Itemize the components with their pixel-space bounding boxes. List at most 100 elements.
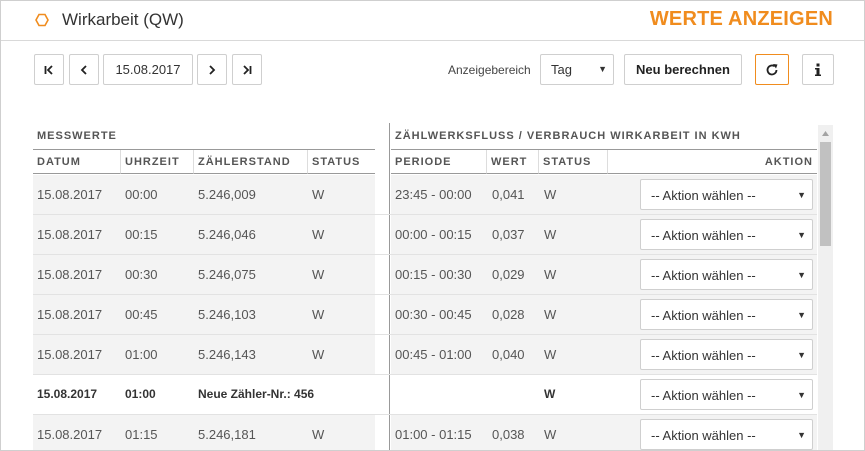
scroll-up-arrow-icon[interactable] xyxy=(818,125,833,141)
first-page-button[interactable] xyxy=(34,54,64,85)
cell-uhrzeit: 00:15 xyxy=(125,227,158,242)
cell-periode: 00:00 - 00:15 xyxy=(395,227,472,242)
range-select[interactable]: Tag ▼ xyxy=(540,54,614,85)
caret-down-icon: ▼ xyxy=(797,270,806,280)
table-row: 15.08.2017 01:00 5.246,143 W 00:45 - 01:00 0,… xyxy=(33,335,817,375)
cell-wert: 0,040 xyxy=(492,347,525,362)
skip-last-icon xyxy=(243,64,252,75)
cell-wert: 0,037 xyxy=(492,227,525,242)
refresh-icon xyxy=(766,63,778,75)
action-select[interactable]: -- Aktion wählen -- ▼ xyxy=(640,419,813,450)
column-header-zaehlerstand[interactable]: ZÄHLERSTAND xyxy=(194,150,308,174)
caret-down-icon: ▼ xyxy=(797,310,806,320)
next-button[interactable] xyxy=(197,54,227,85)
cell-status2: W xyxy=(544,347,557,362)
cell-wert: 0,028 xyxy=(492,307,525,322)
cell-status: W xyxy=(312,427,325,442)
cell-status: W xyxy=(312,307,325,322)
caret-down-icon: ▼ xyxy=(797,230,806,240)
cell-zaehlerstand: 5.246,009 xyxy=(198,187,256,202)
caret-down-icon: ▼ xyxy=(797,190,806,200)
column-header-periode[interactable]: PERIODE xyxy=(391,150,487,174)
cell-status: W xyxy=(312,347,325,362)
caret-down-icon: ▼ xyxy=(797,390,806,400)
caret-down-icon: ▼ xyxy=(598,64,607,74)
cell-wert: 0,029 xyxy=(492,267,525,282)
column-header-uhrzeit[interactable]: UHRZEIT xyxy=(121,150,194,174)
recalculate-button[interactable]: Neu berechnen xyxy=(624,54,742,85)
table-row: 15.08.2017 01:15 5.246,181 W 01:00 - 01:15 0,… xyxy=(33,415,817,450)
cell-datum: 15.08.2017 xyxy=(37,187,103,202)
cell-uhrzeit: 00:45 xyxy=(125,307,158,322)
cell-datum: 15.08.2017 xyxy=(37,347,103,362)
cell-status: W xyxy=(312,187,325,202)
group-header-verbrauch: ZÄHLWERKSFLUSS / VERBRAUCH WIRKARBEIT IN… xyxy=(391,123,817,150)
table-row: 15.08.2017 00:45 5.246,103 W 00:30 - 00:45 0,… xyxy=(33,295,817,335)
cell-datum: 15.08.2017 xyxy=(37,227,103,242)
range-select-value: Tag xyxy=(551,62,572,77)
values-table: MESSWERTE ZÄHLWERKSFLUSS / VERBRAUCH WIR… xyxy=(33,123,833,450)
action-select-value: -- Aktion wählen -- xyxy=(651,188,756,203)
cell-wert: 0,038 xyxy=(492,427,525,442)
cell-zaehlerstand: 5.246,103 xyxy=(198,307,256,322)
action-select-value: -- Aktion wählen -- xyxy=(651,348,756,363)
action-select-value: -- Aktion wählen -- xyxy=(651,228,756,243)
cell-zaehlerstand: Neue Zähler-Nr.: 456 xyxy=(198,387,315,401)
action-select[interactable]: -- Aktion wählen -- ▼ xyxy=(640,299,813,330)
chevron-left-icon xyxy=(80,64,87,75)
caret-down-icon: ▼ xyxy=(797,350,806,360)
action-select-value: -- Aktion wählen -- xyxy=(651,268,756,283)
cell-status2: W xyxy=(544,267,557,282)
table-row: 15.08.2017 00:15 5.246,046 W 00:00 - 00:15 0,… xyxy=(33,215,817,255)
page-title: Wirkarbeit (QW) xyxy=(62,10,184,29)
cell-datum: 15.08.2017 xyxy=(37,387,98,401)
date-input[interactable]: 15.08.2017 xyxy=(103,54,193,85)
cell-datum: 15.08.2017 xyxy=(37,267,103,282)
cell-periode: 01:00 - 01:15 xyxy=(395,427,472,442)
action-select-value: -- Aktion wählen -- xyxy=(651,308,756,323)
cell-periode: 00:45 - 01:00 xyxy=(395,347,472,362)
scrollbar-thumb[interactable] xyxy=(820,142,831,246)
cell-periode: 23:45 - 00:00 xyxy=(395,187,472,202)
cell-status: W xyxy=(312,267,325,282)
cell-uhrzeit: 01:00 xyxy=(125,387,156,401)
action-select[interactable]: -- Aktion wählen -- ▼ xyxy=(640,259,813,290)
action-select[interactable]: -- Aktion wählen -- ▼ xyxy=(640,179,813,210)
cell-periode: 00:15 - 00:30 xyxy=(395,267,472,282)
cell-status2: W xyxy=(544,427,557,442)
action-select[interactable]: -- Aktion wählen -- ▼ xyxy=(640,219,813,250)
column-header-wert[interactable]: WERT xyxy=(487,150,539,174)
table-row-meter-change: 15.08.2017 01:00 Neue Zähler-Nr.: 456 W -- A… xyxy=(33,375,817,415)
cell-status2: W xyxy=(544,187,557,202)
cell-status2: W xyxy=(544,387,556,401)
caret-down-icon: ▼ xyxy=(797,430,806,440)
view-mode-title: WERTE ANZEIGEN xyxy=(649,8,833,30)
column-header-status-right[interactable]: STATUS xyxy=(539,150,608,174)
info-icon xyxy=(815,63,821,76)
table-row: 15.08.2017 00:00 5.246,009 W 23:45 - 00:00 0,… xyxy=(33,175,817,215)
cell-periode: 00:30 - 00:45 xyxy=(395,307,472,322)
cell-datum: 15.08.2017 xyxy=(37,307,103,322)
cell-uhrzeit: 00:30 xyxy=(125,267,158,282)
previous-button[interactable] xyxy=(69,54,99,85)
column-header-status-left[interactable]: STATUS xyxy=(308,150,375,174)
info-button[interactable] xyxy=(802,54,834,85)
cell-zaehlerstand: 5.246,075 xyxy=(198,267,256,282)
cell-uhrzeit: 01:15 xyxy=(125,427,158,442)
header-bar: Wirkarbeit (QW) WERTE ANZEIGEN xyxy=(1,1,864,41)
app-frame: Wirkarbeit (QW) WERTE ANZEIGEN 15.08.201… xyxy=(0,0,865,451)
refresh-button[interactable] xyxy=(755,54,789,85)
skip-first-icon xyxy=(44,64,53,75)
column-header-datum[interactable]: DATUM xyxy=(33,150,121,174)
cell-status2: W xyxy=(544,307,557,322)
cell-status: W xyxy=(312,227,325,242)
last-page-button[interactable] xyxy=(232,54,262,85)
action-select[interactable]: -- Aktion wählen -- ▼ xyxy=(640,339,813,370)
cell-datum: 15.08.2017 xyxy=(37,427,103,442)
cell-zaehlerstand: 5.246,046 xyxy=(198,227,256,242)
action-select[interactable]: -- Aktion wählen -- ▼ xyxy=(640,379,813,410)
range-label: Anzeigebereich xyxy=(448,63,531,77)
cell-status2: W xyxy=(544,227,557,242)
action-select-value: -- Aktion wählen -- xyxy=(651,388,756,403)
table-row: 15.08.2017 00:30 5.246,075 W 00:15 - 00:30 0,… xyxy=(33,255,817,295)
